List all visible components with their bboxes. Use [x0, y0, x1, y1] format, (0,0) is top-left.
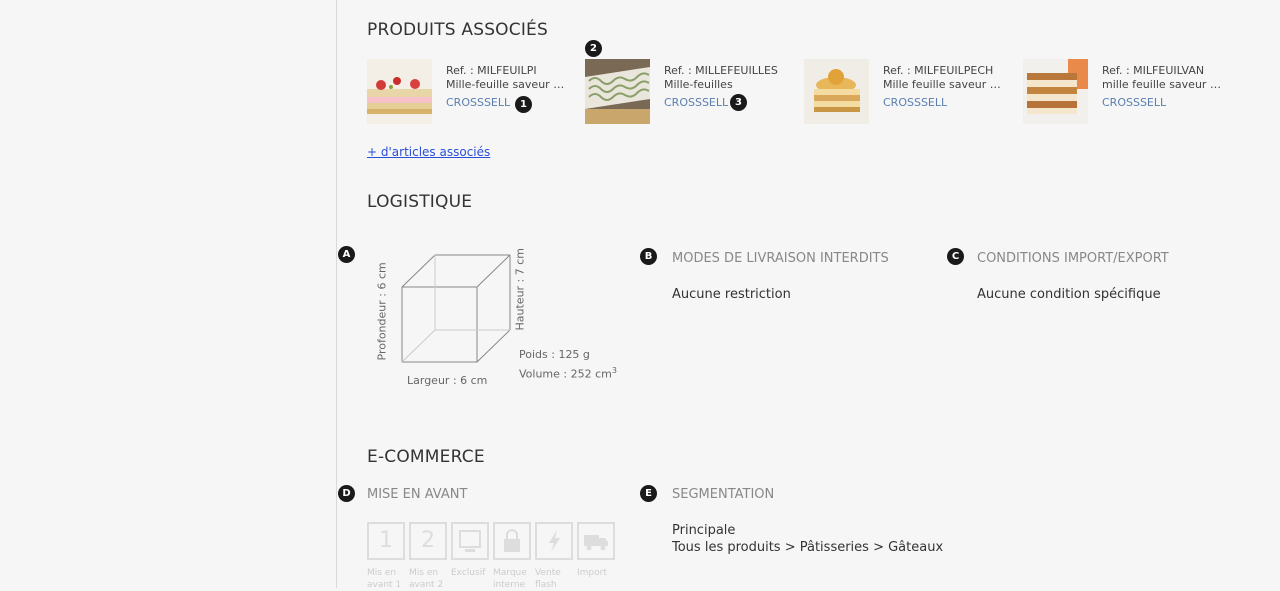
ecommerce-title: E-COMMERCE: [367, 447, 485, 467]
number-1-icon: 1: [379, 528, 393, 553]
marker-b: B: [640, 248, 657, 265]
product-thumbnail[interactable]: [1023, 59, 1088, 124]
feature-label: Exclusif: [451, 568, 486, 578]
number-2-icon: 2: [421, 528, 435, 553]
marker-1: 1: [515, 96, 532, 113]
feature-label: Import: [577, 568, 607, 578]
feature-label: Marque interne: [493, 568, 527, 590]
delivery-restrictions-title: MODES DE LIVRAISON INTERDITS: [672, 251, 889, 266]
product-ref: Ref. : MILLEFEUILLES: [664, 64, 778, 77]
height-label: Hauteur : 7 cm: [513, 247, 527, 331]
related-product-3[interactable]: Ref. : MILFEUILPECH Mille feuille saveur…: [804, 59, 1014, 125]
logistics-title: LOGISTIQUE: [367, 192, 473, 212]
marker-c: C: [947, 248, 964, 265]
related-product-2[interactable]: Ref. : MILLEFEUILLES Mille-feuilles CROS…: [585, 59, 795, 125]
product-description: Mille-feuille saveur pi…: [446, 78, 566, 91]
feature-highlight-2[interactable]: 2: [409, 522, 447, 560]
product-thumbnail[interactable]: [585, 59, 650, 124]
crosssell-link[interactable]: CROSSSELL: [883, 96, 1003, 110]
feature-highlight-1[interactable]: 1: [367, 522, 405, 560]
marker-a: A: [338, 246, 355, 263]
volume-label: Volume : 252 cm3: [519, 366, 617, 381]
feature-import[interactable]: [577, 522, 615, 560]
feature-label: Vente flash: [535, 568, 561, 590]
related-products-title: PRODUITS ASSOCIÉS: [367, 20, 548, 40]
lightning-icon: [549, 530, 560, 552]
marker-d: D: [338, 485, 355, 502]
segmentation-title: SEGMENTATION: [672, 487, 775, 502]
more-related-link[interactable]: + d'articles associés: [367, 145, 490, 159]
segmentation-label: Principale: [672, 523, 736, 538]
width-label: Largeur : 6 cm: [407, 374, 488, 387]
sidebar-divider: [336, 0, 337, 588]
product-ref: Ref. : MILFEUILPI: [446, 64, 537, 77]
truck-icon: [584, 535, 608, 551]
product-ref: Ref. : MILFEUILPECH: [883, 64, 994, 77]
highlight-title: MISE EN AVANT: [367, 487, 468, 502]
marker-3: 3: [730, 94, 747, 111]
related-product-1[interactable]: Ref. : MILFEUILPI Mille-feuille saveur p…: [367, 59, 577, 125]
feature-private-label[interactable]: [493, 522, 531, 560]
marker-e: E: [640, 485, 657, 502]
feature-label: Mis en avant 1: [367, 568, 402, 590]
crosssell-link[interactable]: CROSSSELL: [664, 96, 784, 110]
delivery-restrictions-value: Aucune restriction: [672, 287, 791, 302]
lock-icon: [504, 529, 520, 552]
product-description: Mille-feuilles: [664, 78, 733, 91]
weight-label: Poids : 125 g: [519, 348, 590, 361]
crosssell-link[interactable]: CROSSSELL: [446, 96, 566, 110]
screen-icon: [459, 530, 481, 552]
feature-flash-sale[interactable]: [535, 522, 573, 560]
feature-label: Mis en avant 2: [409, 568, 444, 590]
import-export-title: CONDITIONS IMPORT/EXPORT: [977, 251, 1169, 266]
marker-2: 2: [585, 40, 602, 57]
import-export-value: Aucune condition spécifique: [977, 287, 1161, 302]
product-ref: Ref. : MILFEUILVAN: [1102, 64, 1205, 77]
product-thumbnail[interactable]: [367, 59, 432, 124]
related-product-4[interactable]: Ref. : MILFEUILVAN mille feuille saveur …: [1023, 59, 1233, 125]
product-description: mille feuille saveur V…: [1102, 78, 1222, 91]
product-thumbnail[interactable]: [804, 59, 869, 124]
crosssell-link[interactable]: CROSSSELL: [1102, 96, 1222, 110]
product-description: Mille feuille saveur p…: [883, 78, 1003, 91]
feature-exclusive[interactable]: [451, 522, 489, 560]
package-cube-icon: [401, 254, 511, 363]
depth-label: Profondeur : 6 cm: [375, 262, 389, 361]
segmentation-path: Tous les produits > Pâtisseries > Gâteau…: [672, 540, 944, 555]
